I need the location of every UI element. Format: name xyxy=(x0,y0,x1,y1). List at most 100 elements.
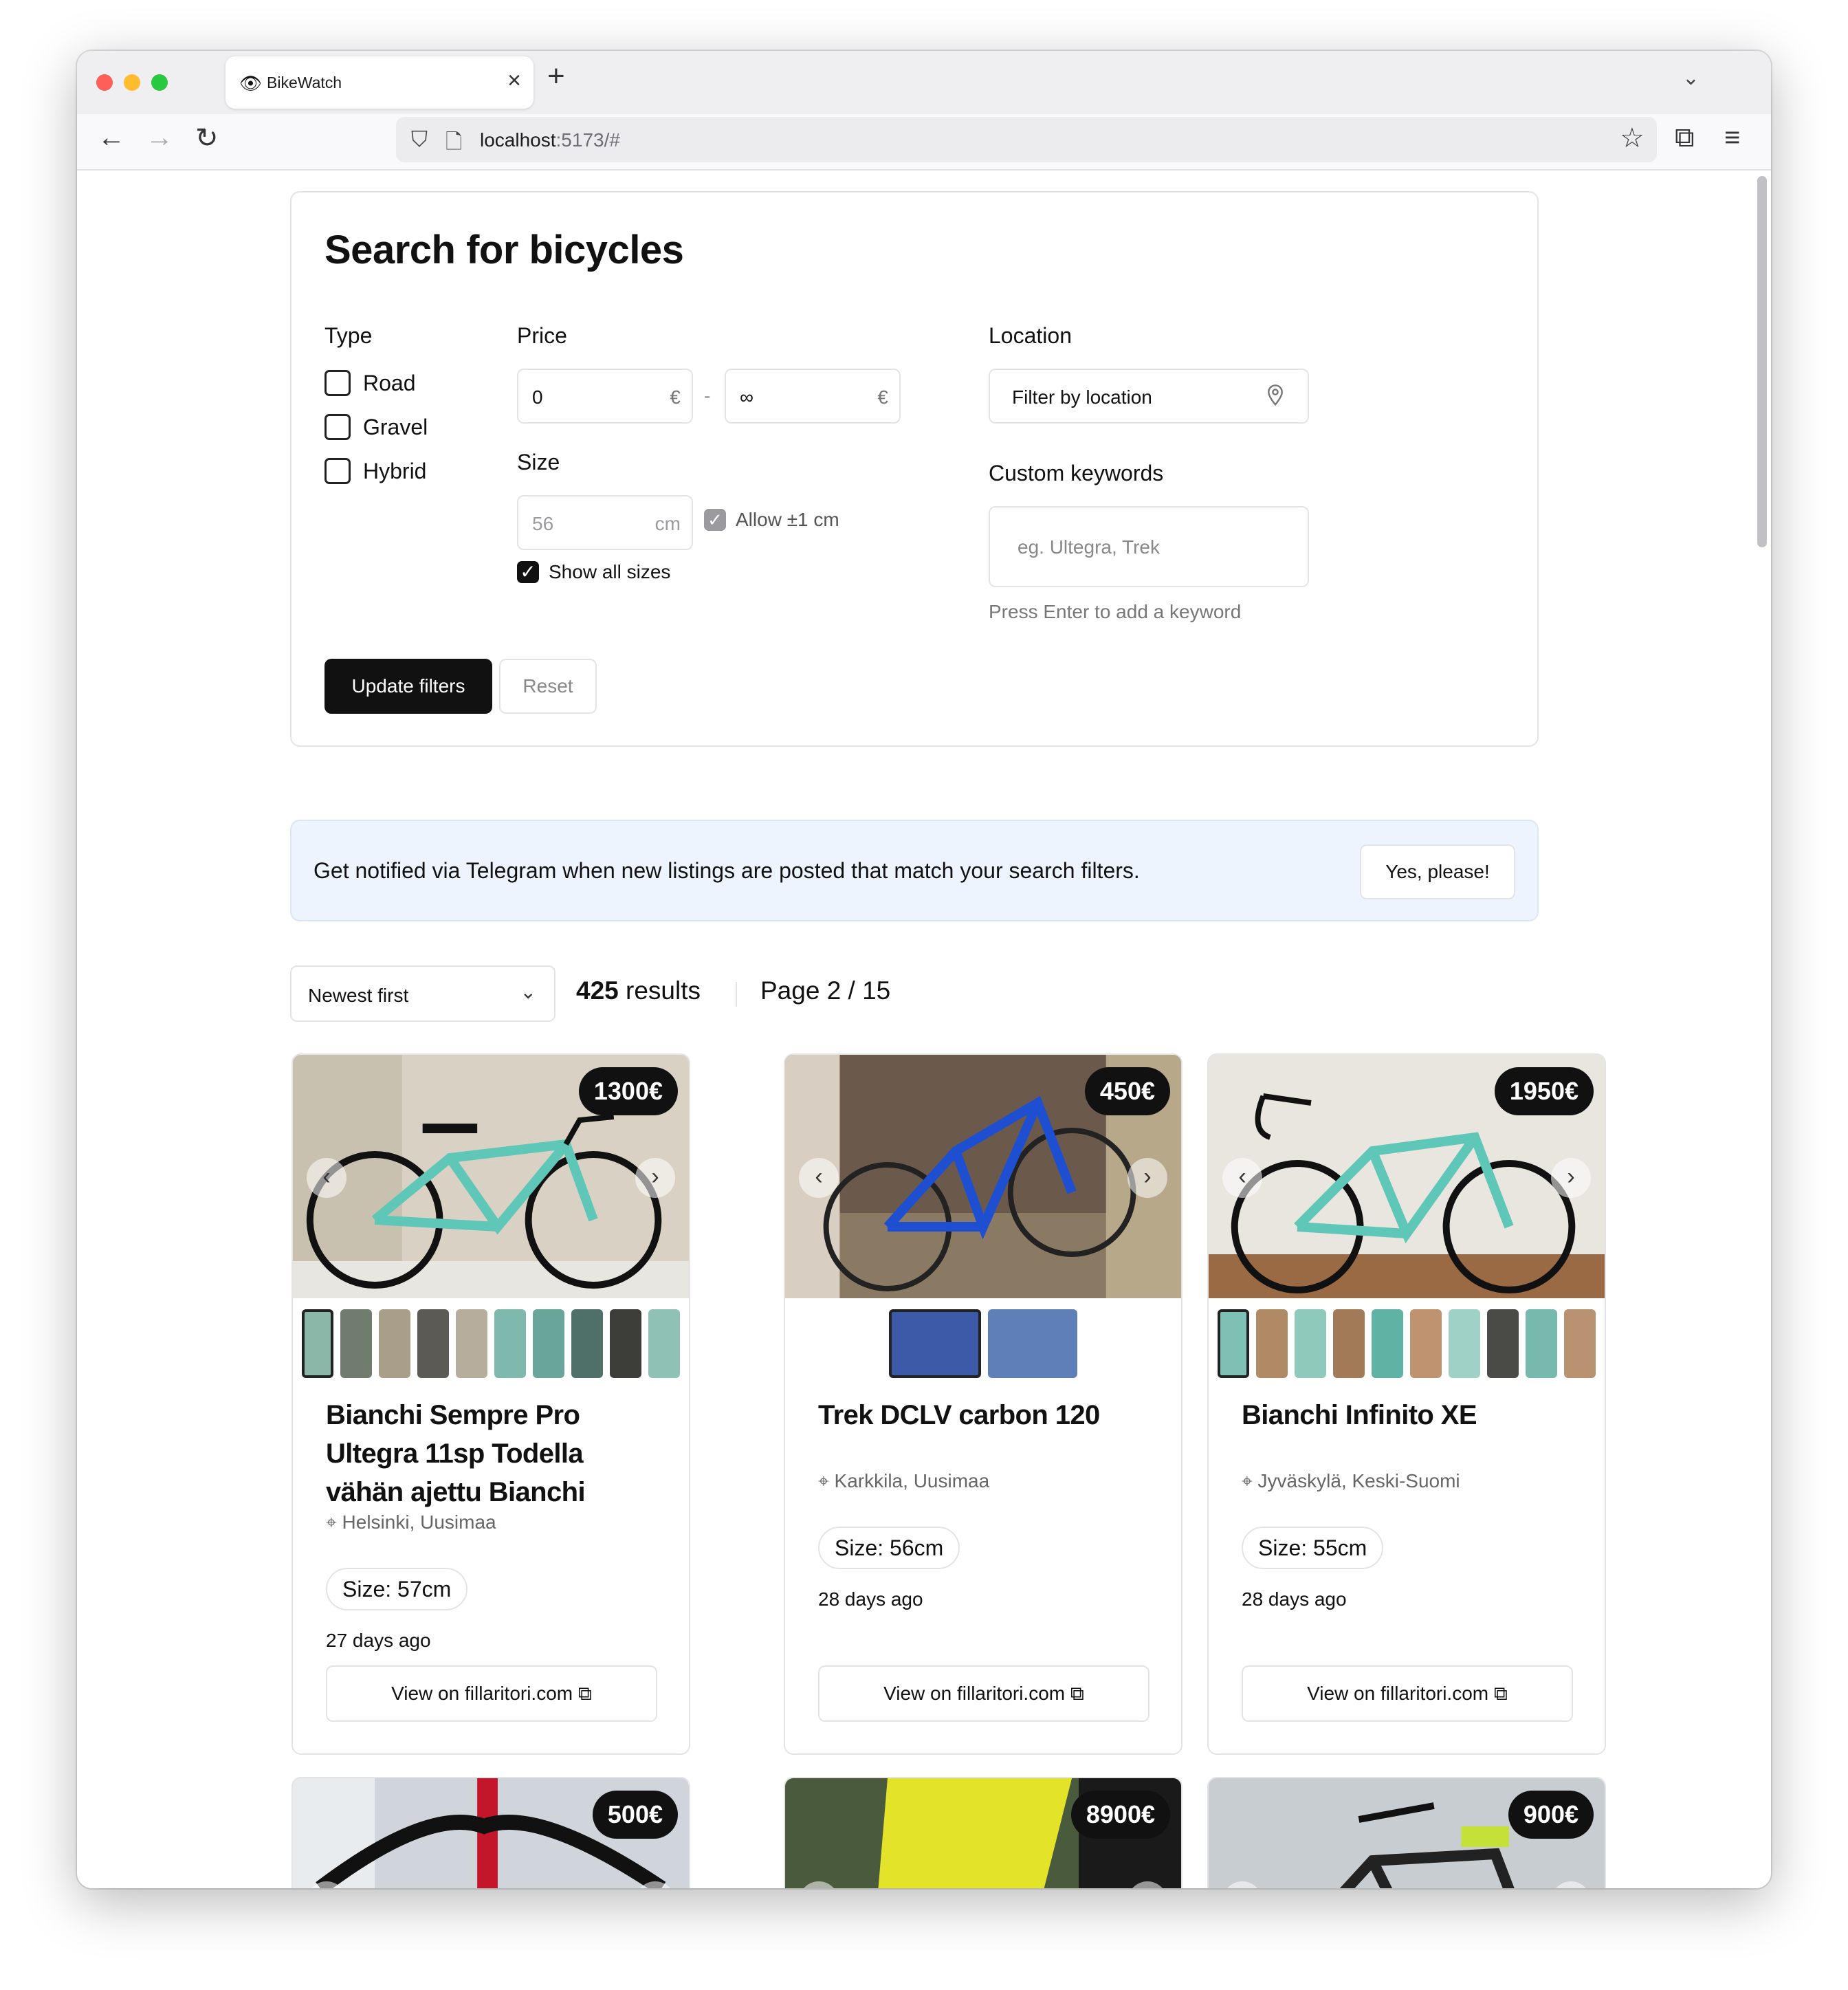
page-content: Search for bicycles Type Road Gravel Hyb… xyxy=(77,171,1771,1888)
tab-strip: 👁 BikeWatch × + ⌄ xyxy=(77,51,1771,114)
checkbox[interactable] xyxy=(324,370,351,396)
notification-text: Get notified via Telegram when new listi… xyxy=(314,858,1140,883)
address-bar[interactable]: ⛉ 🗋 localhost:5173/# xyxy=(396,117,1657,162)
price-max-input[interactable]: ∞ € xyxy=(725,369,901,424)
type-hybrid-checkbox[interactable]: Hybrid xyxy=(324,458,426,484)
thumbnail[interactable] xyxy=(1410,1309,1442,1378)
tab-bikewatch[interactable]: 👁 BikeWatch × xyxy=(226,56,534,109)
thumbnail-strip xyxy=(785,1309,1181,1378)
checkbox[interactable]: ✓ xyxy=(517,561,539,583)
map-pin-icon: ⌖ xyxy=(1242,1470,1253,1491)
prev-image-arrow-icon[interactable]: ‹ xyxy=(307,1158,346,1198)
thumbnail[interactable] xyxy=(1372,1309,1403,1378)
type-road-checkbox[interactable]: Road xyxy=(324,370,416,396)
thumbnail[interactable] xyxy=(1295,1309,1326,1378)
listing-title: Bianchi Infinito XE xyxy=(1242,1400,1477,1430)
size-input[interactable]: 56 cm xyxy=(517,495,693,550)
size-badge: Size: 57cm xyxy=(326,1568,468,1610)
checkbox[interactable] xyxy=(324,414,351,440)
price-separator: - xyxy=(704,385,711,406)
thumbnail[interactable] xyxy=(1449,1309,1480,1378)
thumbnail[interactable] xyxy=(1256,1309,1288,1378)
external-link-icon: ⧉ xyxy=(1070,1683,1084,1704)
thumbnail[interactable] xyxy=(456,1309,487,1378)
new-tab-icon[interactable]: + xyxy=(547,59,565,94)
update-filters-button[interactable]: Update filters xyxy=(324,659,492,714)
checkbox[interactable]: ✓ xyxy=(704,509,726,531)
menu-hamburger-icon[interactable]: ≡ xyxy=(1724,122,1740,153)
browser-window: 👁 BikeWatch × + ⌄ ← → ↻ ⛉ 🗋 localhost:51… xyxy=(77,51,1771,1888)
prev-image-arrow-icon[interactable]: ‹ xyxy=(1222,1158,1262,1198)
next-image-arrow-icon[interactable]: › xyxy=(635,1158,675,1198)
close-window-button[interactable] xyxy=(96,74,113,91)
keywords-hint: Press Enter to add a keyword xyxy=(989,601,1242,622)
thumbnail[interactable] xyxy=(988,1309,1077,1378)
thumbnail[interactable] xyxy=(648,1309,680,1378)
thumbnail[interactable] xyxy=(889,1309,981,1378)
page-indicator: Page 2 / 15 xyxy=(760,976,891,1005)
thumbnail[interactable] xyxy=(417,1309,449,1378)
chevron-down-icon[interactable]: ⌄ xyxy=(1682,66,1700,90)
reset-button[interactable]: Reset xyxy=(499,659,597,714)
view-listing-button[interactable]: View on fillaritori.com ⧉ xyxy=(1242,1665,1573,1722)
type-gravel-checkbox[interactable]: Gravel xyxy=(324,414,428,440)
external-link-icon: ⧉ xyxy=(578,1683,592,1704)
extensions-icon[interactable]: ⧉ xyxy=(1675,122,1695,153)
search-filters-panel: Search for bicycles Type Road Gravel Hyb… xyxy=(290,191,1539,747)
show-all-sizes-checkbox[interactable]: ✓ Show all sizes xyxy=(517,561,670,583)
chevron-down-icon: ⌄ xyxy=(520,981,536,1003)
thumbnail[interactable] xyxy=(1564,1309,1596,1378)
next-image-arrow-icon[interactable]: › xyxy=(1551,1158,1591,1198)
listing-age: 27 days ago xyxy=(326,1630,431,1651)
thumbnail[interactable] xyxy=(1526,1309,1557,1378)
thumbnail[interactable] xyxy=(340,1309,372,1378)
forward-arrow-icon[interactable]: → xyxy=(146,122,173,153)
listing-location: ⌖ Jyväskylä, Keski-Suomi xyxy=(1242,1470,1460,1491)
next-image-arrow-icon[interactable]: › xyxy=(1128,1158,1167,1198)
thumbnail[interactable] xyxy=(533,1309,564,1378)
price-badge: 1950€ xyxy=(1494,1067,1594,1115)
thumbnail[interactable] xyxy=(379,1309,410,1378)
keywords-input[interactable]: eg. Ultegra, Trek xyxy=(989,506,1309,587)
view-listing-button[interactable]: View on fillaritori.com ⧉ xyxy=(326,1665,657,1722)
reload-icon[interactable]: ↻ xyxy=(195,122,219,154)
location-filter-input[interactable]: Filter by location xyxy=(989,369,1309,424)
thumbnail[interactable] xyxy=(1218,1309,1249,1378)
listing-card: 500€ ‹ › xyxy=(292,1777,690,1888)
thumbnail[interactable] xyxy=(1487,1309,1519,1378)
type-label: Type xyxy=(324,323,373,348)
listing-age: 28 days ago xyxy=(818,1588,923,1610)
subscribe-button[interactable]: Yes, please! xyxy=(1360,844,1515,899)
telegram-notification-banner: Get notified via Telegram when new listi… xyxy=(290,820,1539,921)
allow-tolerance-checkbox[interactable]: ✓ Allow ±1 cm xyxy=(704,509,839,531)
view-listing-button[interactable]: View on fillaritori.com ⧉ xyxy=(818,1665,1150,1722)
url-text[interactable]: localhost:5173/# xyxy=(480,129,620,151)
close-tab-icon[interactable]: × xyxy=(507,67,521,94)
sort-select[interactable]: Newest first ⌄ xyxy=(290,965,556,1022)
minimize-window-button[interactable] xyxy=(124,74,140,91)
listing-card: 900€ ‹ › xyxy=(1207,1777,1606,1888)
listing-card: 1300€ ‹ › Bianchi Sempre Pro Ultegra 11s… xyxy=(292,1053,690,1755)
bookmark-star-icon[interactable]: ☆ xyxy=(1620,122,1644,154)
thumbnail[interactable] xyxy=(610,1309,641,1378)
thumbnail[interactable] xyxy=(494,1309,526,1378)
prev-image-arrow-icon[interactable]: ‹ xyxy=(799,1158,839,1198)
euro-unit: € xyxy=(670,386,681,408)
listing-card: 8900€ ‹ › xyxy=(784,1777,1182,1888)
thumbnail[interactable] xyxy=(302,1309,333,1378)
thumbnail-strip xyxy=(293,1309,689,1378)
checkbox-label: Show all sizes xyxy=(549,561,671,582)
zoom-window-button[interactable] xyxy=(151,74,168,91)
listing-location: ⌖ Karkkila, Uusimaa xyxy=(818,1470,990,1491)
checkbox[interactable] xyxy=(324,458,351,484)
scrollbar[interactable] xyxy=(1757,176,1767,547)
map-pin-icon: ⌖ xyxy=(326,1511,337,1533)
tab-title: BikeWatch xyxy=(267,74,342,91)
price-min-input[interactable]: 0 € xyxy=(517,369,693,424)
shield-icon[interactable]: ⛉ xyxy=(411,127,428,153)
euro-unit: € xyxy=(877,386,888,408)
navigation-toolbar: ← → ↻ ⛉ 🗋 localhost:5173/# ☆ ⧉ ≡ xyxy=(77,114,1771,171)
thumbnail[interactable] xyxy=(571,1309,603,1378)
thumbnail[interactable] xyxy=(1333,1309,1365,1378)
back-arrow-icon[interactable]: ← xyxy=(98,122,125,153)
